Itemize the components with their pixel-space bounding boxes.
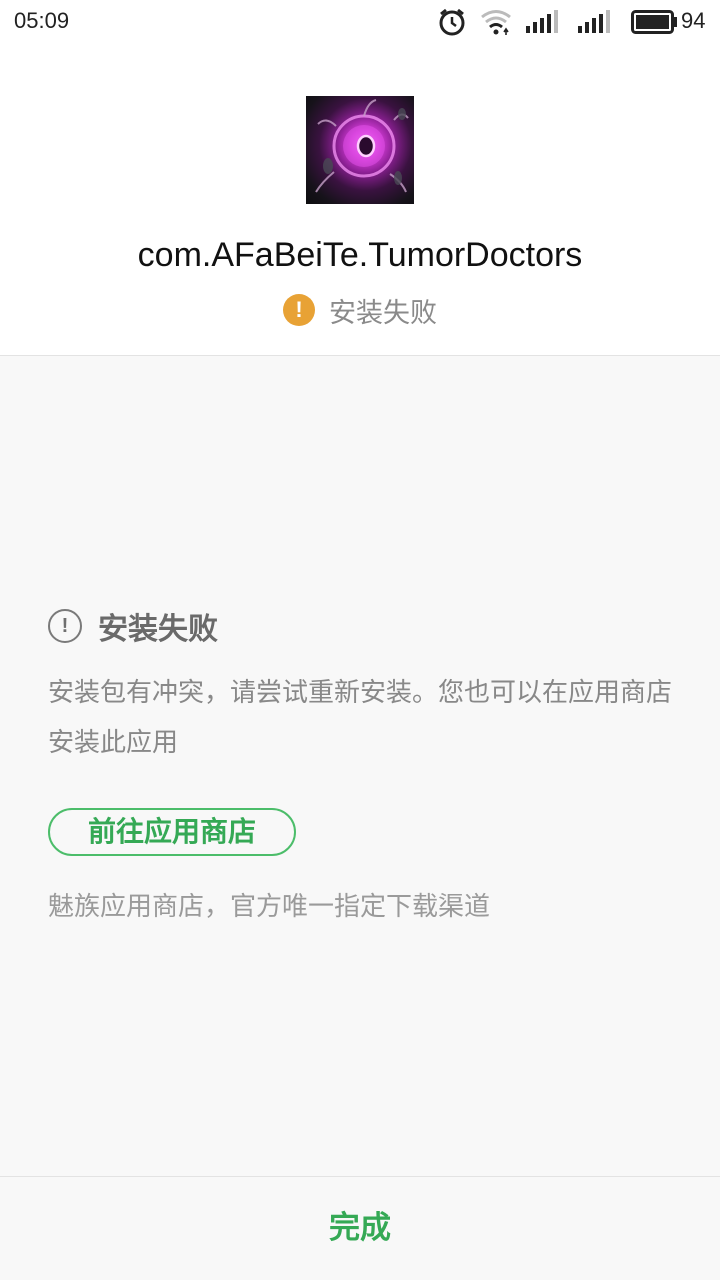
app-header: com.AFaBeiTe.TumorDoctors ! 安装失败 [0, 44, 720, 355]
error-description: 安装包有冲突，请尝试重新安装。您也可以在应用商店安装此应用 [48, 678, 673, 758]
app-icon-art [315, 99, 409, 193]
install-status-text: 安装失败 [329, 297, 437, 329]
status-time: 05:09 [14, 8, 70, 33]
status-bar: 05:09 94 [0, 0, 720, 44]
error-title-row: ! 安装失败 [48, 606, 218, 647]
alarm-icon [439, 8, 465, 36]
done-button[interactable]: 完成 [0, 1177, 720, 1280]
store-note: 魅族应用商店，官方唯一指定下载渠道 [48, 892, 491, 922]
signal-icon [578, 10, 610, 33]
app-package-name: com.AFaBeiTe.TumorDoctors [137, 236, 583, 274]
signal-icon [526, 10, 558, 33]
app-icon [306, 96, 414, 204]
battery-icon [631, 10, 677, 34]
exclamation-circle-icon: ! [48, 609, 82, 643]
wifi-icon [481, 10, 511, 35]
install-status-line: ! 安装失败 [0, 292, 720, 329]
footer: 完成 [0, 1177, 720, 1280]
battery-level: 94 [681, 8, 706, 33]
go-to-app-store-button[interactable]: 前往应用商店 [48, 808, 296, 856]
error-title: 安装失败 [98, 612, 218, 647]
install-result-screen: 05:09 94 com.AFaBeiTe.TumorDoctors ! 安装失… [0, 0, 720, 1280]
error-details-panel: ! 安装失败 安装包有冲突，请尝试重新安装。您也可以在应用商店安装此应用 前往应… [0, 356, 720, 1176]
warning-icon: ! [283, 294, 315, 326]
